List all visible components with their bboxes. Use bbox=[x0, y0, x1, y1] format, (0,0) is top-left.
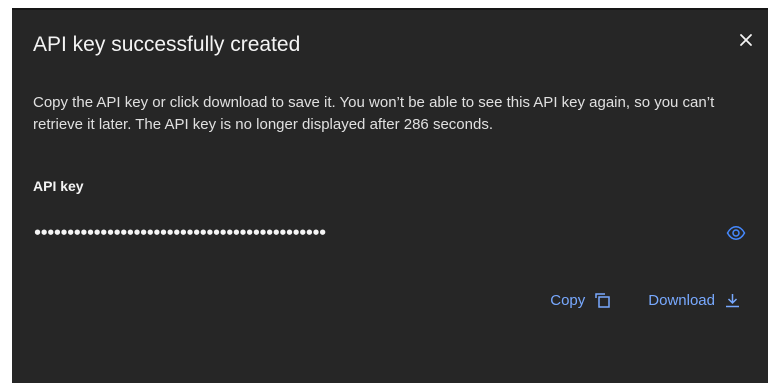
copy-button-label: Copy bbox=[550, 292, 586, 309]
api-key-masked-value: ••••••••••••••••••••••••••••••••••••••••… bbox=[33, 224, 327, 242]
close-button[interactable] bbox=[730, 26, 762, 58]
dialog-description: Copy the API key or click download to sa… bbox=[33, 94, 715, 133]
close-icon bbox=[739, 33, 753, 52]
api-key-label: API key bbox=[33, 178, 84, 194]
download-button-label: Download bbox=[648, 292, 715, 309]
dialog-actions: Copy Download bbox=[550, 292, 740, 309]
copy-button[interactable]: Copy bbox=[550, 292, 611, 309]
api-key-field[interactable]: ••••••••••••••••••••••••••••••••••••••••… bbox=[33, 216, 749, 254]
api-key-created-dialog: API key successfully created Copy the AP… bbox=[12, 8, 768, 383]
copy-icon bbox=[595, 293, 611, 308]
download-button[interactable]: Download bbox=[648, 292, 740, 309]
download-icon bbox=[725, 293, 740, 308]
eye-icon bbox=[726, 223, 746, 248]
toggle-visibility-button[interactable] bbox=[723, 222, 749, 248]
dialog-title: API key successfully created bbox=[33, 33, 301, 56]
page-backdrop bbox=[0, 0, 12, 383]
